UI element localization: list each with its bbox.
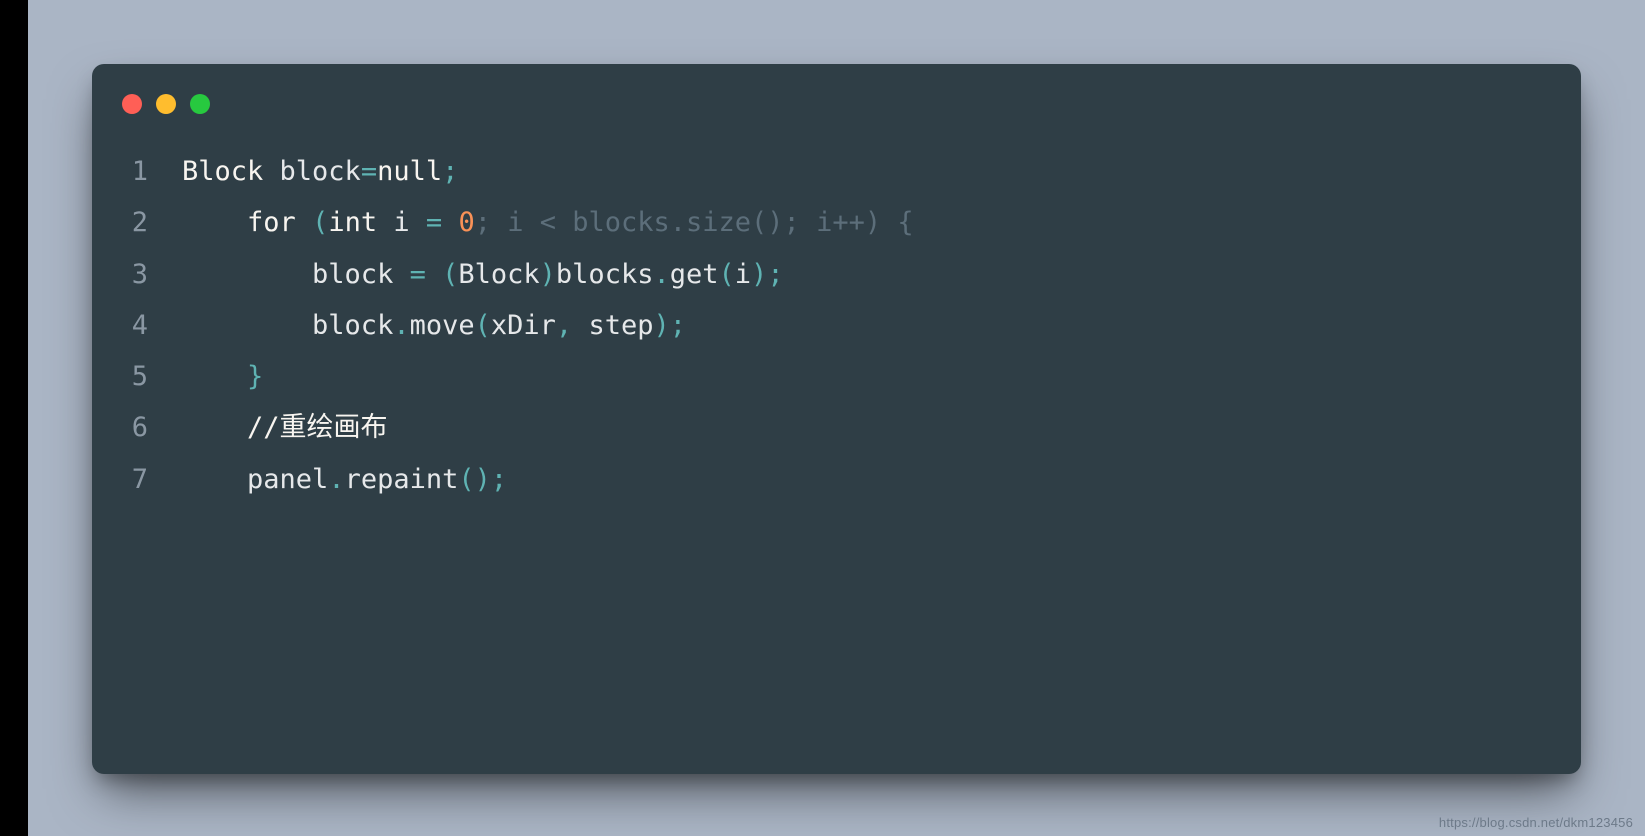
token-ident (296, 207, 312, 238)
code-content: for (int i = 0; i < blocks.size(); i++) … (182, 197, 1561, 248)
token-punct: () (458, 464, 491, 495)
token-punct: ) (751, 259, 767, 290)
code-content: panel.repaint(); (182, 454, 1561, 505)
code-line: 7 panel.repaint(); (122, 454, 1561, 505)
code-line: 1Block block=null; (122, 146, 1561, 197)
line-number: 5 (122, 351, 182, 402)
code-line: 2 for (int i = 0; i < blocks.size(); i++… (122, 197, 1561, 248)
token-ident: block (263, 156, 361, 187)
watermark-text: https://blog.csdn.net/dkm123456 (1439, 815, 1633, 830)
token-punct: = (361, 156, 377, 187)
token-ident: repaint (345, 464, 459, 495)
maximize-icon[interactable] (190, 94, 210, 114)
token-punct: ( (312, 207, 328, 238)
token-ident: i (735, 259, 751, 290)
code-content: } (182, 351, 1561, 402)
token-punct: . (393, 310, 409, 341)
code-window: 1Block block=null;2 for (int i = 0; i < … (92, 64, 1581, 774)
token-ident: xDir (491, 310, 556, 341)
line-number: 1 (122, 146, 182, 197)
code-content: //重绘画布 (182, 402, 1561, 453)
token-punct: ; (670, 310, 686, 341)
token-punct: } (247, 361, 263, 392)
token-punct: = (426, 207, 442, 238)
window-titlebar (92, 64, 1581, 132)
code-line: 6 //重绘画布 (122, 402, 1561, 453)
token-punct: ; (491, 464, 507, 495)
token-punct: ( (475, 310, 491, 341)
token-punct: ) (653, 310, 669, 341)
line-number: 2 (122, 197, 182, 248)
code-content: block = (Block)blocks.get(i); (182, 249, 1561, 300)
token-punct: . (328, 464, 344, 495)
token-ident: move (410, 310, 475, 341)
close-icon[interactable] (122, 94, 142, 114)
token-ident: step (572, 310, 653, 341)
code-line: 3 block = (Block)blocks.get(i); (122, 249, 1561, 300)
token-ident (426, 259, 442, 290)
token-ident (442, 207, 458, 238)
line-number: 7 (122, 454, 182, 505)
token-ident: blocks (556, 259, 654, 290)
token-punct: ( (719, 259, 735, 290)
code-content: block.move(xDir, step); (182, 300, 1561, 351)
line-number: 3 (122, 249, 182, 300)
token-num: 0 (458, 207, 474, 238)
code-line: 5 } (122, 351, 1561, 402)
code-area: 1Block block=null;2 for (int i = 0; i < … (92, 132, 1581, 774)
token-ident (182, 412, 247, 443)
code-line: 4 block.move(xDir, step); (122, 300, 1561, 351)
line-number: 4 (122, 300, 182, 351)
token-kw: Block (182, 156, 263, 187)
token-comment: //重绘画布 (247, 412, 388, 443)
token-ident: i (377, 207, 426, 238)
token-punct: ( (442, 259, 458, 290)
token-muted: ; i < blocks.size(); i++) { (475, 207, 914, 238)
token-ident: get (670, 259, 719, 290)
stage-background: 1Block block=null;2 for (int i = 0; i < … (28, 0, 1645, 836)
token-kw: int (328, 207, 377, 238)
token-ident (182, 361, 247, 392)
token-punct: . (653, 259, 669, 290)
token-ident: panel (182, 464, 328, 495)
code-content: Block block=null; (182, 146, 1561, 197)
token-ident: block (182, 259, 410, 290)
minimize-icon[interactable] (156, 94, 176, 114)
token-kw: null (377, 156, 442, 187)
token-punct: ; (442, 156, 458, 187)
token-ident: block (182, 310, 393, 341)
token-punct: = (410, 259, 426, 290)
token-kw: for (247, 207, 296, 238)
token-ident (182, 207, 247, 238)
token-punct: , (556, 310, 572, 341)
token-punct: ) (540, 259, 556, 290)
token-ident: Block (458, 259, 539, 290)
token-punct: ; (767, 259, 783, 290)
line-number: 6 (122, 402, 182, 453)
left-black-strip (0, 0, 28, 836)
